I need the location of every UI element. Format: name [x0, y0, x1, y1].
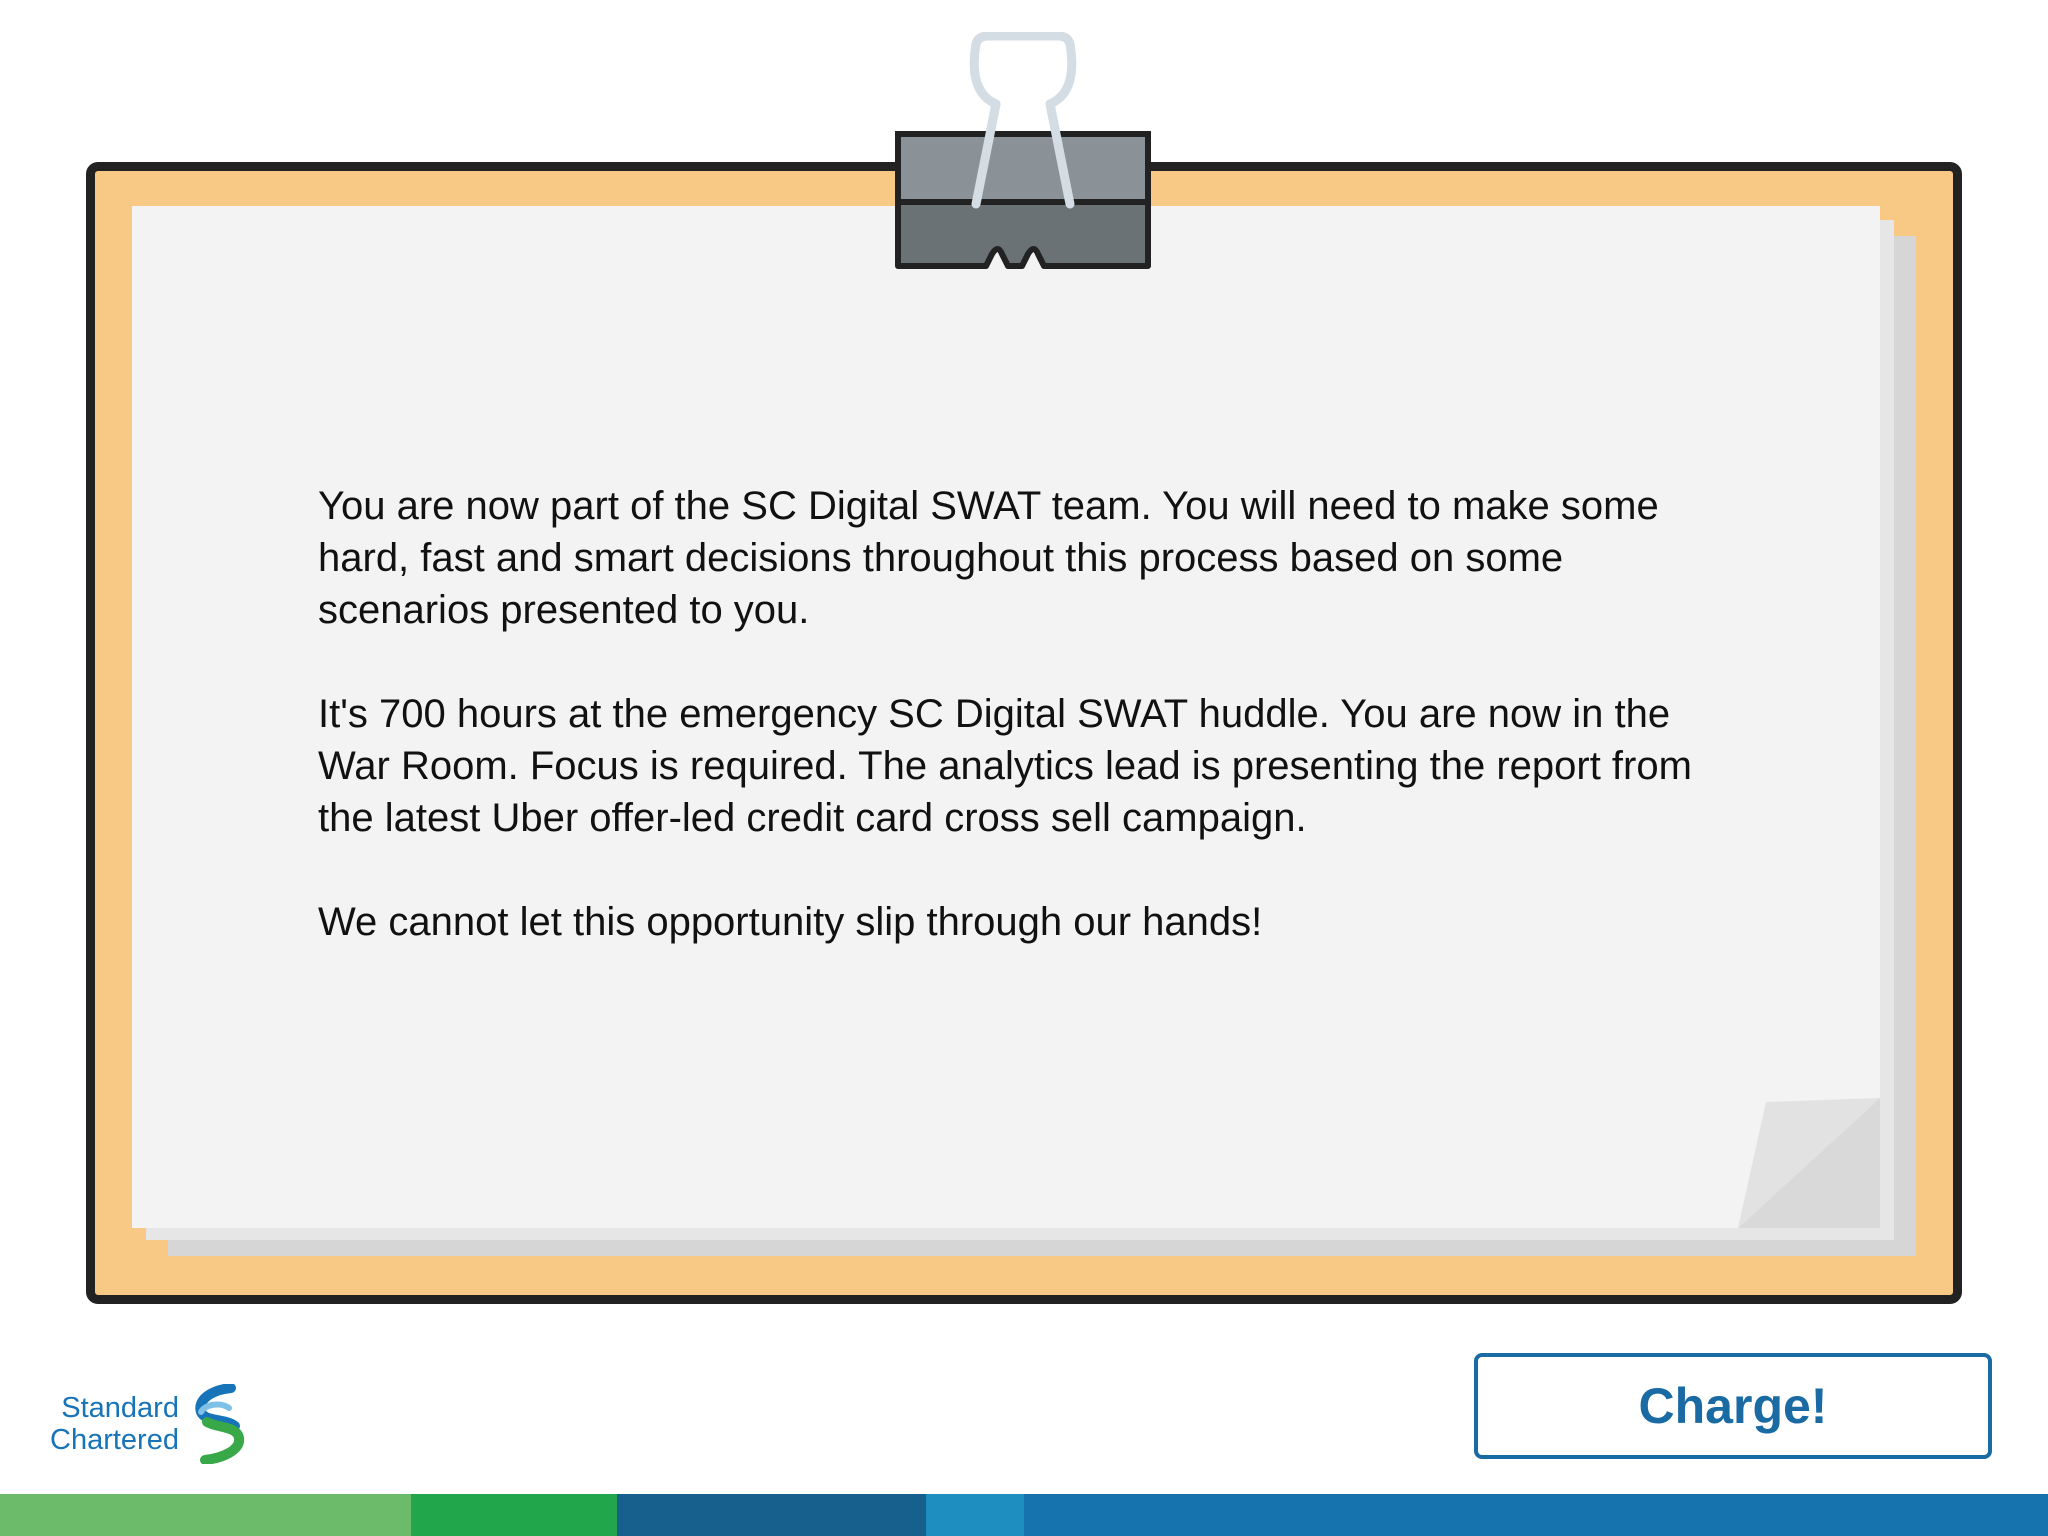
color-bar-segment	[617, 1494, 926, 1536]
standard-chartered-logo: Standard Chartered	[50, 1384, 247, 1464]
logo-line-2: Chartered	[50, 1424, 179, 1456]
page-curl-icon	[1738, 1098, 1880, 1228]
footer-color-bar	[0, 1494, 2048, 1536]
standard-chartered-logo-icon	[195, 1384, 244, 1464]
color-bar-segment	[926, 1494, 1024, 1536]
color-bar-segment	[411, 1494, 617, 1536]
intro-paragraph-3: We cannot let this opportunity slip thro…	[318, 900, 1263, 944]
game-intro-screen: You are now part of the SC Digital SWAT …	[0, 0, 2048, 1536]
intro-paragraph-2: It's 700 hours at the emergency SC Digit…	[318, 692, 1692, 840]
color-bar-segment	[0, 1494, 411, 1536]
intro-message: You are now part of the SC Digital SWAT …	[318, 480, 1738, 1000]
logo-wordmark: Standard Chartered	[50, 1392, 179, 1456]
intro-paragraph-1: You are now part of the SC Digital SWAT …	[318, 484, 1659, 632]
charge-button[interactable]: Charge!	[1474, 1353, 1992, 1459]
binder-clip-icon	[895, 32, 1151, 269]
color-bar-segment	[1024, 1494, 2048, 1536]
logo-line-1: Standard	[61, 1392, 179, 1424]
